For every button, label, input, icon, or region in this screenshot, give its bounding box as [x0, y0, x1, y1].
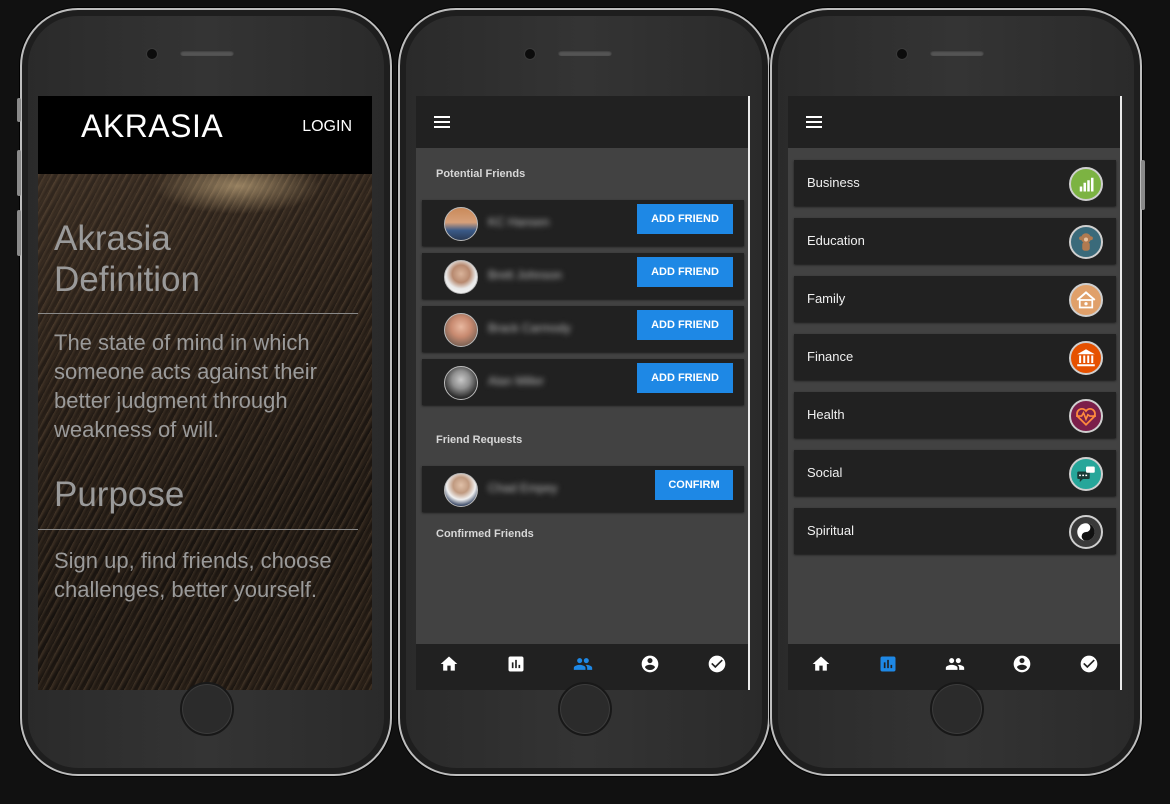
screen-edge — [748, 96, 750, 690]
home-icon[interactable] — [811, 654, 831, 674]
screen-edge — [1120, 96, 1122, 690]
chat-icon — [1069, 457, 1103, 491]
friends-screen: Potential Friends KC Hansen ADD FRIEND B… — [416, 96, 750, 690]
category-business[interactable]: Business — [794, 160, 1116, 206]
home-button[interactable] — [180, 682, 234, 736]
add-friend-button[interactable]: ADD FRIEND — [637, 204, 733, 234]
avatar — [444, 207, 478, 241]
category-family[interactable]: Family — [794, 276, 1116, 322]
home-button[interactable] — [558, 682, 612, 736]
account-icon[interactable] — [640, 654, 660, 674]
category-health[interactable]: Health — [794, 392, 1116, 438]
section-title-confirmed: Confirmed Friends — [436, 528, 534, 540]
purpose-title: Purpose — [54, 475, 185, 514]
definition-title: Akrasia Definition — [54, 219, 200, 299]
list-item: Alan Miller ADD FRIEND — [422, 359, 744, 405]
front-camera — [896, 48, 908, 60]
avatar — [444, 313, 478, 347]
check-icon[interactable] — [707, 654, 727, 674]
avatar — [444, 260, 478, 294]
account-icon[interactable] — [1012, 654, 1032, 674]
phone-frame-landing: AKRASIA LOGIN Akrasia Definition The sta… — [17, 8, 392, 776]
front-camera — [524, 48, 536, 60]
login-link[interactable]: LOGIN — [302, 118, 352, 136]
volume-down-button — [17, 210, 21, 256]
front-camera — [146, 48, 158, 60]
category-label: Social — [807, 465, 843, 480]
friend-name: Alan Miller — [488, 374, 545, 388]
purpose-text: Sign up, find friends, choose challenges… — [54, 548, 332, 602]
category-label: Health — [807, 407, 845, 422]
category-spiritual[interactable]: Spiritual — [794, 508, 1116, 554]
add-friend-button[interactable]: ADD FRIEND — [637, 310, 733, 340]
power-button — [1141, 160, 1145, 210]
friend-name: Brack Carmody — [488, 321, 571, 335]
category-label: Family — [807, 291, 846, 306]
menu-icon[interactable] — [434, 116, 450, 128]
bank-icon — [1069, 341, 1103, 375]
phone-frame-friends: Potential Friends KC Hansen ADD FRIEND B… — [398, 8, 770, 776]
stats-icon[interactable] — [506, 654, 526, 674]
definition-text: The state of mind in which someone acts … — [54, 330, 317, 442]
mute-switch — [17, 98, 21, 122]
home-button[interactable] — [930, 682, 984, 736]
menu-icon[interactable] — [806, 116, 822, 128]
app-bar — [416, 96, 750, 148]
avatar — [444, 473, 478, 507]
categories-screen: Business Education Family Finance Health… — [788, 96, 1122, 690]
confirm-button[interactable]: CONFIRM — [655, 470, 733, 500]
category-label: Education — [807, 233, 865, 248]
list-item: KC Hansen ADD FRIEND — [422, 200, 744, 246]
friends-icon[interactable] — [573, 654, 593, 674]
add-friend-button[interactable]: ADD FRIEND — [637, 363, 733, 393]
category-finance[interactable]: Finance — [794, 334, 1116, 380]
avatar — [444, 366, 478, 400]
section-title-potential: Potential Friends — [436, 168, 526, 180]
monkey-icon — [1069, 225, 1103, 259]
categories-content: Business Education Family Finance Health… — [788, 148, 1122, 644]
list-item: Brett Johnson ADD FRIEND — [422, 253, 744, 299]
yin-yang-icon — [1069, 515, 1103, 549]
list-item: Chad Empey CONFIRM — [422, 466, 744, 512]
friend-name: Brett Johnson — [488, 268, 563, 282]
list-item: Brack Carmody ADD FRIEND — [422, 306, 744, 352]
phone-frame-categories: Business Education Family Finance Health… — [770, 8, 1145, 776]
earpiece-speaker — [180, 50, 234, 56]
house-icon — [1069, 283, 1103, 317]
friend-name: KC Hansen — [488, 215, 550, 229]
friend-name: Chad Empey — [488, 481, 558, 495]
section-title-requests: Friend Requests — [436, 434, 523, 446]
friends-content: Potential Friends KC Hansen ADD FRIEND B… — [416, 148, 750, 644]
category-label: Finance — [807, 349, 854, 364]
landing-header: AKRASIA LOGIN — [38, 96, 372, 174]
category-social[interactable]: Social — [794, 450, 1116, 496]
landing-screen: AKRASIA LOGIN Akrasia Definition The sta… — [38, 96, 372, 690]
earpiece-speaker — [930, 50, 984, 56]
earpiece-speaker — [558, 50, 612, 56]
friends-icon[interactable] — [945, 654, 965, 674]
home-icon[interactable] — [439, 654, 459, 674]
stats-icon[interactable] — [878, 654, 898, 674]
divider — [38, 313, 358, 314]
category-education[interactable]: Education — [794, 218, 1116, 264]
heartbeat-icon — [1069, 399, 1103, 433]
brand-logo[interactable]: AKRASIA — [81, 108, 223, 145]
volume-up-button — [17, 150, 21, 196]
check-icon[interactable] — [1079, 654, 1099, 674]
divider — [38, 529, 358, 530]
category-label: Spiritual — [807, 523, 854, 538]
category-label: Business — [807, 175, 860, 190]
add-friend-button[interactable]: ADD FRIEND — [637, 257, 733, 287]
bar-chart-icon — [1069, 167, 1103, 201]
app-bar — [788, 96, 1122, 148]
